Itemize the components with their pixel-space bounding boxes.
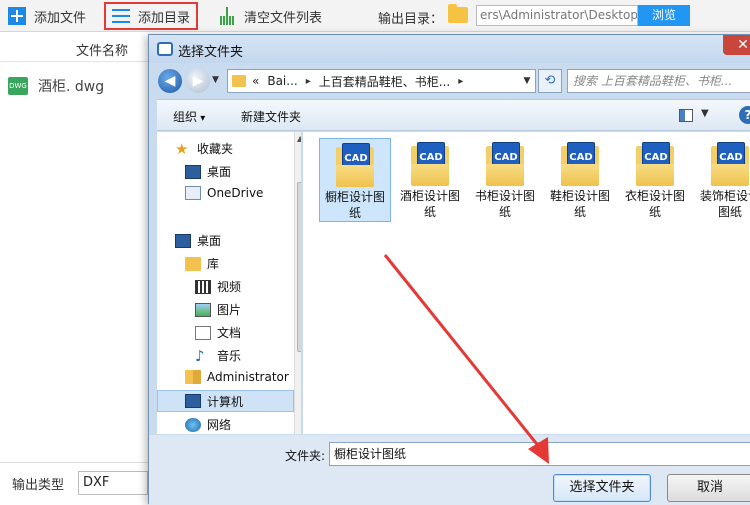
folder-contents: CAD 橱柜设计图纸 CAD 酒柜设计图纸 CAD 书柜设计图纸 CAD 鞋柜设… bbox=[303, 132, 750, 434]
organize-menu[interactable]: 组织 bbox=[173, 108, 205, 125]
cad-folder-icon: CAD bbox=[561, 142, 599, 186]
search-input[interactable]: 搜索 上百套精品鞋柜、书柜... bbox=[567, 69, 750, 93]
broom-icon bbox=[218, 7, 236, 25]
select-folder-dialog: 选择文件夹 ✕ ◀ ▶ ▼ « Bai... ▸ 上百套精品鞋柜、书柜... ▸… bbox=[148, 34, 750, 505]
nav-item-desktop-root[interactable]: 桌面 bbox=[175, 232, 221, 249]
nav-item-computer[interactable]: 计算机 bbox=[157, 390, 294, 412]
cad-folder-icon: CAD bbox=[636, 142, 674, 186]
nav-item-desktop[interactable]: 桌面 bbox=[185, 163, 231, 180]
cancel-button[interactable]: 取消 bbox=[667, 474, 750, 502]
star-icon: ★ bbox=[175, 139, 189, 158]
address-row: ◀ ▶ ▼ « Bai... ▸ 上百套精品鞋柜、书柜... ▸ ▼ ⟲ 搜索 … bbox=[149, 65, 750, 97]
nav-item-network[interactable]: 网络 bbox=[185, 416, 231, 433]
list-icon bbox=[112, 7, 130, 25]
dialog-title: 选择文件夹 bbox=[178, 45, 244, 60]
main-toolbar: 添加文件 添加目录 清空文件列表 输出目录： ers\Administrator… bbox=[0, 0, 750, 32]
user-folder-icon bbox=[185, 370, 201, 384]
address-prefix: « bbox=[252, 74, 260, 88]
cad-folder-icon: CAD bbox=[711, 142, 749, 186]
scroll-up-icon[interactable]: ▲ bbox=[297, 134, 301, 143]
folder-tile[interactable]: CAD 衣柜设计图纸 bbox=[619, 138, 691, 222]
dialog-app-icon bbox=[157, 42, 173, 56]
back-button[interactable]: ◀ bbox=[158, 69, 182, 93]
navigation-pane: ★ 收藏夹 桌面 OneDrive 桌面 库 视频 图片 文档 ♪ 音乐 Adm… bbox=[157, 132, 302, 434]
cad-folder-icon: CAD bbox=[411, 142, 449, 186]
address-separator[interactable]: ▸ bbox=[458, 76, 463, 87]
folder-tile[interactable]: CAD 装饰柜设计图纸 bbox=[694, 138, 750, 222]
folder-name-row: 文件夹: 橱柜设计图纸 bbox=[149, 435, 750, 471]
desktop-icon bbox=[175, 233, 191, 248]
view-mode-icon[interactable] bbox=[679, 109, 693, 122]
folder-name-label: 文件夹: bbox=[285, 449, 326, 463]
nav-item-pictures[interactable]: 图片 bbox=[195, 301, 241, 318]
scroll-thumb[interactable] bbox=[297, 182, 301, 352]
bottom-bar: 输出类型 DXF bbox=[0, 462, 150, 500]
computer-icon bbox=[185, 394, 201, 408]
address-segment[interactable]: Bai... bbox=[267, 74, 297, 88]
folder-tile[interactable]: CAD 鞋柜设计图纸 bbox=[544, 138, 616, 222]
folder-icon bbox=[232, 75, 246, 87]
address-separator[interactable]: ▸ bbox=[306, 76, 311, 87]
music-icon: ♪ bbox=[195, 346, 205, 365]
forward-button[interactable]: ▶ bbox=[186, 69, 210, 93]
cloud-icon bbox=[185, 186, 201, 200]
desktop-icon bbox=[185, 164, 201, 179]
nav-item-library[interactable]: 库 bbox=[185, 255, 219, 272]
folder-tile[interactable]: CAD 橱柜设计图纸 bbox=[319, 138, 391, 222]
view-dropdown-icon[interactable]: ▼ bbox=[701, 108, 709, 119]
add-file-label: 添加文件 bbox=[34, 10, 87, 26]
folder-icon[interactable] bbox=[448, 4, 468, 23]
folder-tile[interactable]: CAD 书柜设计图纸 bbox=[469, 138, 541, 222]
picture-icon bbox=[195, 302, 211, 317]
folder-name-input[interactable]: 橱柜设计图纸 bbox=[329, 442, 750, 466]
nav-item-onedrive[interactable]: OneDrive bbox=[185, 186, 263, 200]
add-directory-label: 添加目录 bbox=[138, 10, 191, 26]
nav-scrollbar[interactable]: ▲ bbox=[294, 132, 301, 434]
nav-item-administrator[interactable]: Administrator bbox=[185, 370, 289, 384]
address-dropdown-icon[interactable]: ▼ bbox=[518, 69, 536, 93]
help-icon[interactable]: ? bbox=[739, 106, 750, 124]
nav-item-favorites[interactable]: ★ 收藏夹 bbox=[175, 140, 233, 157]
file-name-column-header: 文件名称 bbox=[76, 44, 129, 59]
file-list-item[interactable]: DWG 酒柜. dwg bbox=[8, 76, 104, 96]
cad-folder-icon: CAD bbox=[486, 142, 524, 186]
clear-list-label: 清空文件列表 bbox=[244, 10, 323, 26]
browse-button[interactable]: 浏览 bbox=[638, 5, 690, 26]
address-bar[interactable]: « Bai... ▸ 上百套精品鞋柜、书柜... ▸ bbox=[227, 69, 536, 93]
nav-item-music[interactable]: ♪ 音乐 bbox=[195, 347, 241, 364]
cad-folder-icon: CAD bbox=[336, 143, 374, 187]
file-name: 酒柜. dwg bbox=[38, 79, 105, 95]
command-bar: 组织 新建文件夹 ▼ ? bbox=[157, 99, 750, 131]
dwg-file-icon: DWG bbox=[8, 77, 28, 95]
refresh-button[interactable]: ⟲ bbox=[538, 69, 562, 93]
output-type-label: 输出类型 bbox=[12, 478, 65, 493]
select-folder-button[interactable]: 选择文件夹 bbox=[553, 474, 651, 502]
output-dir-label: 输出目录： bbox=[378, 12, 444, 27]
history-dropdown-icon[interactable]: ▼ bbox=[212, 75, 219, 85]
close-button[interactable]: ✕ bbox=[723, 35, 750, 55]
document-icon bbox=[195, 325, 211, 340]
address-segment[interactable]: 上百套精品鞋柜、书柜... bbox=[319, 73, 450, 90]
output-type-select[interactable]: DXF bbox=[78, 471, 148, 495]
file-list-header: 文件名称 bbox=[0, 32, 150, 62]
new-folder-button[interactable]: 新建文件夹 bbox=[241, 108, 301, 125]
video-icon bbox=[195, 279, 211, 294]
output-path-field[interactable]: ers\Administrator\Desktop bbox=[476, 5, 638, 26]
plus-icon bbox=[8, 7, 26, 25]
library-icon bbox=[185, 256, 201, 271]
nav-item-documents[interactable]: 文档 bbox=[195, 324, 241, 341]
nav-item-videos[interactable]: 视频 bbox=[195, 278, 241, 295]
network-icon bbox=[185, 417, 201, 432]
dialog-titlebar: 选择文件夹 ✕ bbox=[149, 35, 750, 63]
add-file-button[interactable]: 添加文件 bbox=[4, 4, 90, 28]
folder-tile[interactable]: CAD 酒柜设计图纸 bbox=[394, 138, 466, 222]
add-directory-button[interactable]: 添加目录 bbox=[104, 2, 199, 30]
clear-list-button[interactable]: 清空文件列表 bbox=[214, 4, 326, 28]
